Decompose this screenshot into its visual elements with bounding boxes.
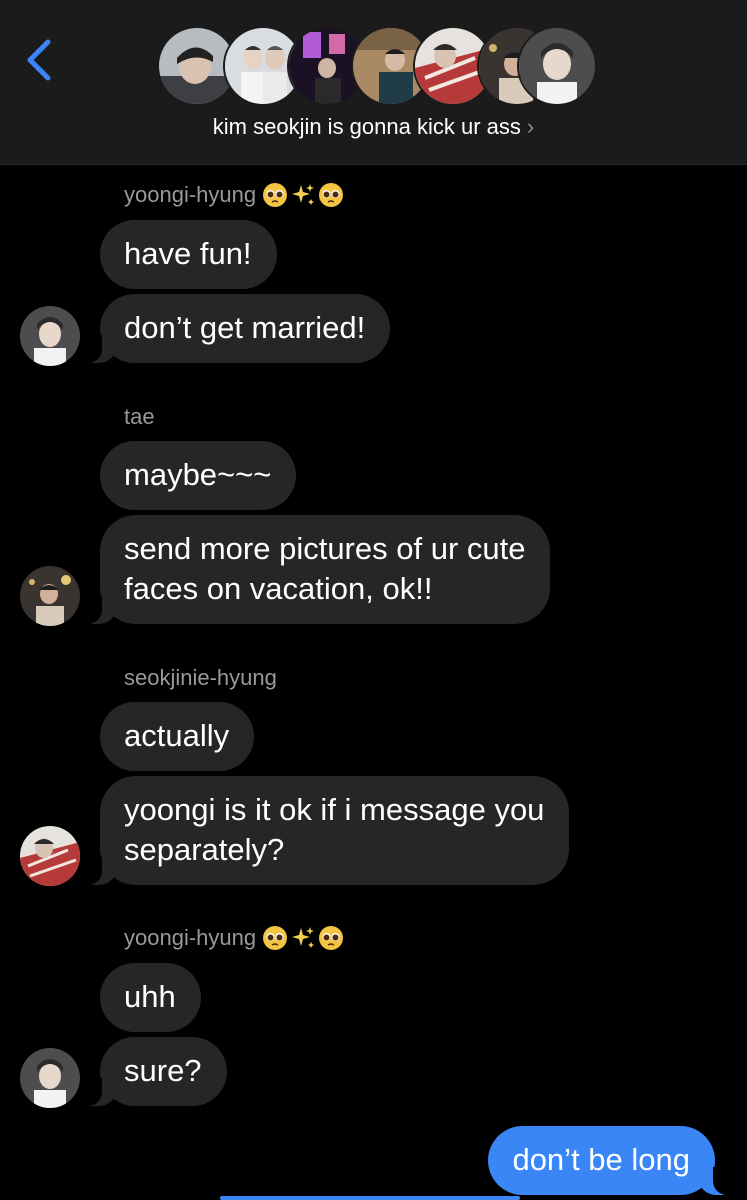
sparkles-icon — [290, 182, 316, 208]
chevron-left-icon — [27, 39, 51, 81]
sender-label: seokjinie-hyung — [124, 665, 277, 690]
group-name: kim seokjin is gonna kick ur ass — [212, 114, 521, 139]
message-bubble[interactable]: maybe~~~ — [100, 441, 297, 510]
pleading-face-icon — [262, 182, 288, 208]
back-button[interactable] — [22, 36, 58, 84]
sparkles-icon — [290, 925, 316, 951]
avatar[interactable] — [20, 306, 80, 366]
outgoing-message-bubble-partial — [220, 1196, 520, 1200]
message-bubble[interactable]: have fun! — [100, 220, 277, 289]
avatar[interactable] — [20, 566, 80, 626]
sender-label: yoongi-hyung — [124, 925, 344, 951]
message-bubble[interactable]: don’t get married! — [81, 294, 391, 363]
pleading-face-icon — [262, 925, 288, 951]
sender-label: yoongi-hyung — [124, 182, 344, 208]
avatar[interactable] — [20, 1048, 80, 1108]
message-bubble[interactable]: send more pictures of ur cute faces on v… — [81, 515, 551, 624]
group-avatars[interactable] — [157, 26, 597, 106]
message-bubble[interactable]: sure? — [82, 1037, 227, 1106]
message-bubble[interactable]: actually — [100, 702, 255, 771]
pleading-face-icon — [318, 182, 344, 208]
sender-label: tae — [124, 404, 155, 429]
avatar[interactable] — [20, 826, 80, 886]
message-bubble[interactable]: yoongi is it ok if i message you separat… — [81, 776, 570, 885]
outgoing-message-bubble[interactable]: don’t be long — [488, 1126, 733, 1195]
conversation-header: kim seokjin is gonna kick ur ass › — [0, 0, 747, 165]
chevron-right-icon: › — [526, 114, 535, 139]
avatar — [517, 26, 597, 106]
message-bubble[interactable]: uhh — [100, 963, 201, 1032]
pleading-face-icon — [318, 925, 344, 951]
group-name-button[interactable]: kim seokjin is gonna kick ur ass › — [0, 114, 747, 140]
